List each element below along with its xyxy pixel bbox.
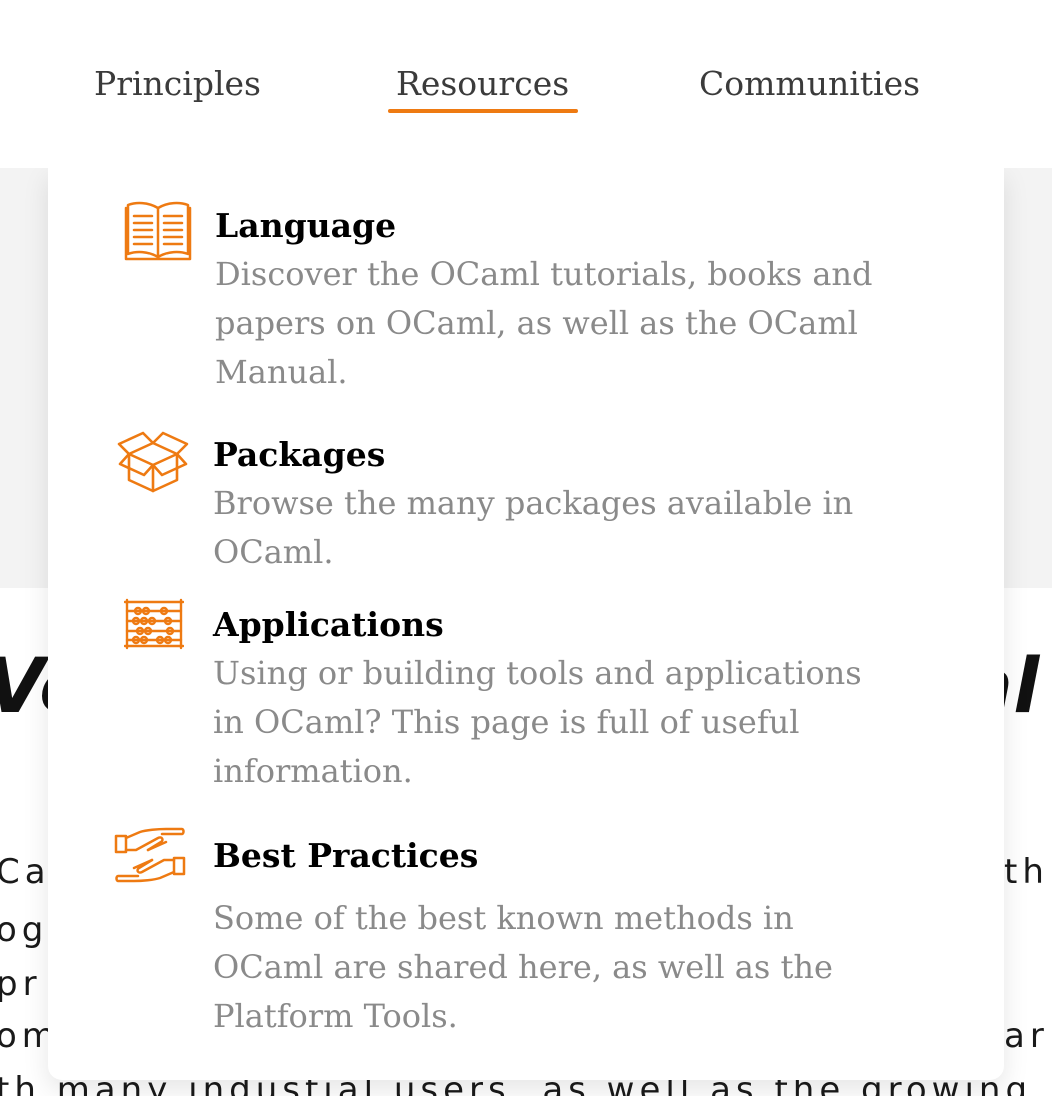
description-line: OCaml are shared here, as well as the <box>213 948 833 986</box>
nav-resources[interactable]: Resources <box>396 62 569 106</box>
body-text-fragment: og <box>0 910 49 950</box>
body-text-fragment: ar <box>1004 1016 1049 1056</box>
description-line: OCaml. <box>213 533 334 571</box>
menu-item-language[interactable]: Language Discover the OCaml tutorials, b… <box>48 168 1004 398</box>
menu-item-description: Browse the many packages available in OC… <box>213 479 913 577</box>
description-line: in OCaml? This page is full of useful <box>213 703 800 741</box>
description-line: Some of the best known methods in <box>213 899 794 937</box>
menu-item-description: Discover the OCaml tutorials, books and … <box>215 250 915 397</box>
nav-principles[interactable]: Principles <box>94 62 261 106</box>
menu-item-title: Best Practices <box>213 836 479 875</box>
menu-item-packages[interactable]: Packages Browse the many packages availa… <box>48 418 1004 588</box>
body-text-fragment: th <box>1004 852 1049 892</box>
description-line: Manual. <box>215 353 348 391</box>
resources-dropdown: Language Discover the OCaml tutorials, b… <box>48 168 1004 1080</box>
description-line: information. <box>213 752 413 790</box>
menu-item-applications[interactable]: Applications Using or building tools and… <box>48 588 1004 803</box>
nav-communities[interactable]: Communities <box>699 62 920 106</box>
menu-item-description: Using or building tools and applications… <box>213 649 913 796</box>
menu-item-title: Language <box>215 206 397 245</box>
book-icon <box>124 201 192 261</box>
menu-item-description: Some of the best known methods in OCaml … <box>213 894 913 1041</box>
menu-item-best-practices[interactable]: Best Practices Some of the best known me… <box>48 818 1004 1048</box>
description-line: Using or building tools and applications <box>213 654 862 692</box>
description-line: Platform Tools. <box>213 997 458 1035</box>
active-tab-underline <box>388 109 578 113</box>
description-line: papers on OCaml, as well as the OCaml <box>215 304 858 342</box>
handshake-icon <box>114 827 186 883</box>
menu-item-title: Packages <box>213 435 386 474</box>
body-text-fragment: Ca <box>0 852 51 892</box>
package-box-icon <box>117 431 189 493</box>
description-line: Browse the many packages available in <box>213 484 854 522</box>
description-line: Discover the OCaml tutorials, books and <box>215 255 873 293</box>
body-text-fragment: pr <box>0 964 42 1004</box>
top-navigation: Principles Resources Communities <box>0 0 1052 168</box>
menu-item-title: Applications <box>213 605 444 644</box>
abacus-icon <box>124 598 184 650</box>
